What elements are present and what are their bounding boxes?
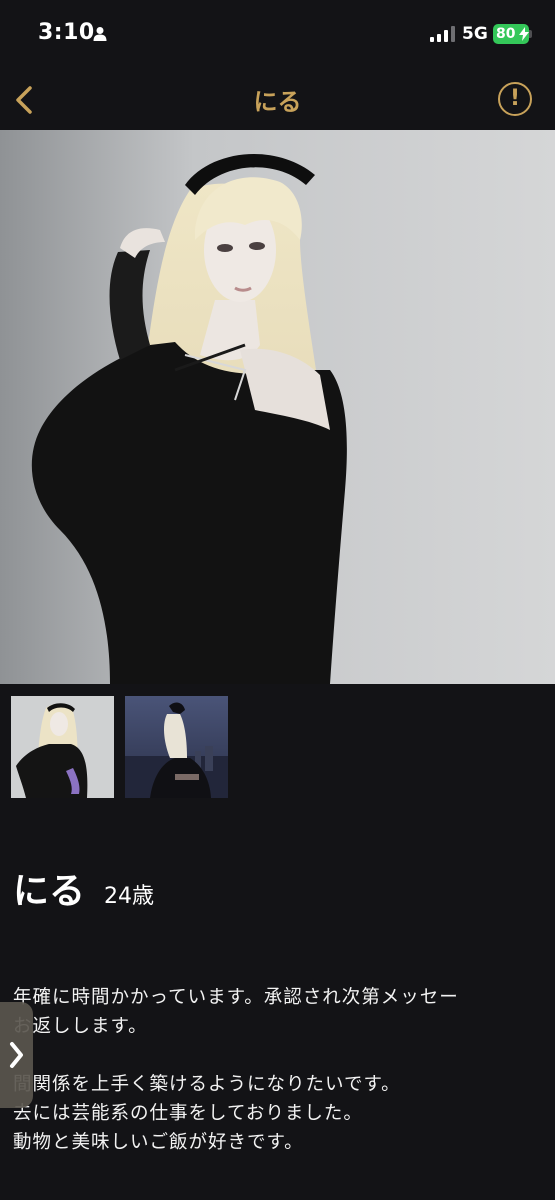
thumbnail-image [125, 696, 228, 798]
chevron-right-icon [10, 1042, 23, 1068]
main-profile-photo[interactable] [0, 130, 555, 684]
profile-bio: 年確に時間かかっています。承認され次第メッセー お返しします。 間関係を上手く築… [13, 987, 459, 1153]
photo-thumbnail-2[interactable] [125, 696, 228, 798]
report-button[interactable]: ! [498, 82, 532, 116]
person-icon [93, 27, 107, 41]
charging-bolt-icon [519, 27, 529, 41]
page-title: にる [253, 88, 302, 116]
profile-photo-image [0, 130, 555, 684]
status-time: 3:10 [38, 20, 95, 45]
network-label: 5G [462, 24, 488, 44]
battery-tip [529, 30, 532, 38]
profile-name: にる [13, 871, 86, 912]
thumbnail-image [11, 696, 114, 798]
signal-icon [430, 26, 455, 42]
profile-screen: 3:10 5G 80 にる ! にる 24歳 年確に時間かかっています。承認され… [0, 0, 555, 1200]
status-bar: 3:10 5G 80 [0, 0, 555, 70]
nav-bar: にる ! [0, 70, 555, 130]
photo-thumbnail-1[interactable] [11, 696, 114, 798]
exclamation-circle-icon: ! [509, 86, 521, 111]
side-expand-tab[interactable] [0, 1002, 33, 1108]
profile-age: 24歳 [104, 884, 154, 909]
